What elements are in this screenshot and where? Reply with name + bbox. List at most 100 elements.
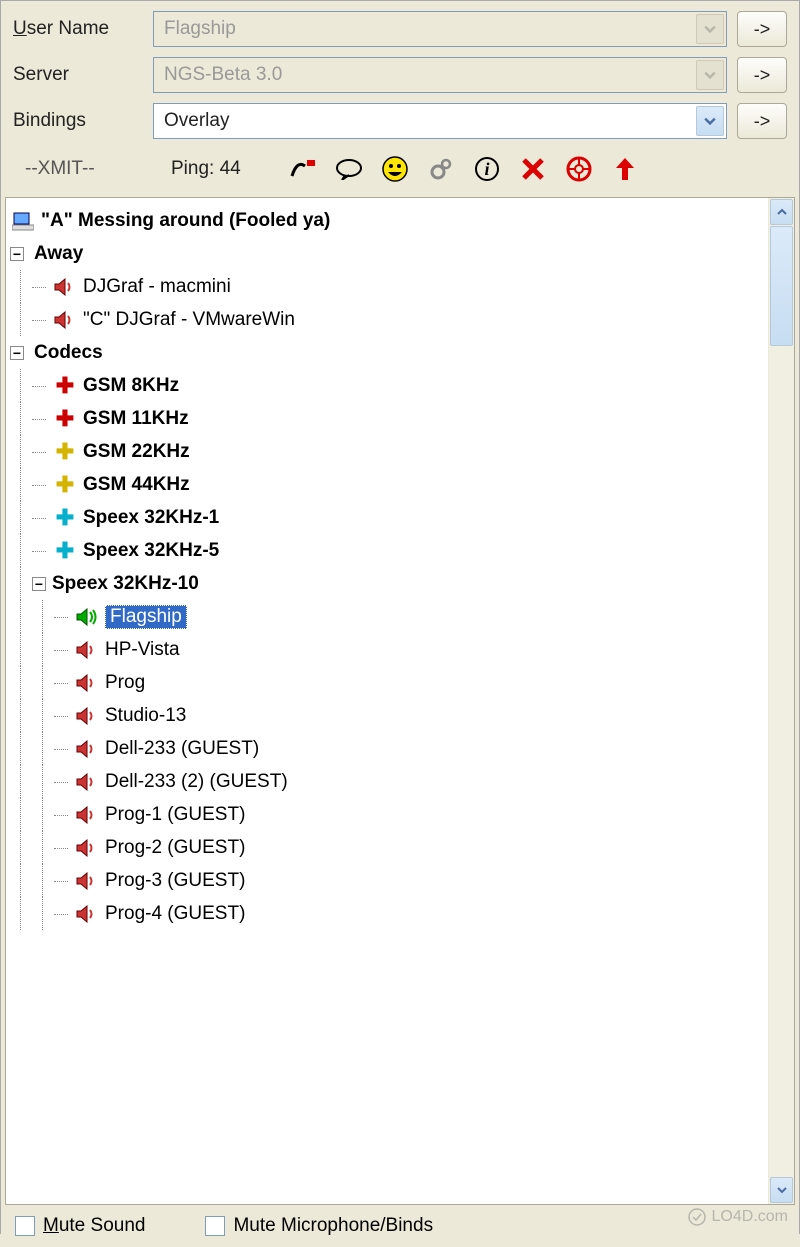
bindings-label: Bindings: [13, 110, 143, 132]
info-icon[interactable]: i: [471, 153, 503, 185]
user-label: Dell-233 (2) (GUEST): [105, 771, 288, 793]
user-label: Prog-1 (GUEST): [105, 804, 245, 826]
user-label: Studio-13: [105, 705, 186, 727]
user-node[interactable]: Prog-3 (GUEST): [10, 864, 764, 897]
username-combo[interactable]: Flagship: [153, 11, 727, 47]
channel-tree[interactable]: "A" Messing around (Fooled ya) − Away DJ…: [6, 198, 768, 1204]
username-go-button[interactable]: ->: [737, 11, 787, 47]
checkbox-icon[interactable]: [205, 1216, 225, 1236]
channel-node[interactable]: ✚Speex 32KHz-5: [10, 534, 764, 567]
user-label: HP-Vista: [105, 639, 180, 661]
channel-label: GSM 44KHz: [83, 474, 190, 496]
server-label: Server: [13, 64, 143, 86]
scroll-thumb[interactable]: [770, 226, 793, 346]
user-label: Prog-2 (GUEST): [105, 837, 245, 859]
computer-icon: [10, 210, 36, 232]
server-value: NGS-Beta 3.0: [164, 64, 282, 86]
bindings-go-button[interactable]: ->: [737, 103, 787, 139]
user-node[interactable]: Prog: [10, 666, 764, 699]
speaker-icon: [74, 870, 100, 892]
watermark: LO4D.com: [688, 1208, 788, 1226]
user-node[interactable]: Studio-13: [10, 699, 764, 732]
toolbar: i: [287, 153, 641, 185]
speaker-icon: [74, 639, 100, 661]
bindings-value: Overlay: [164, 110, 229, 132]
user-label: Dell-233 (GUEST): [105, 738, 259, 760]
speaker-icon: [74, 804, 100, 826]
speaker-icon: [74, 837, 100, 859]
ping-value: Ping: 44: [171, 158, 241, 180]
user-label: DJGraf - macmini: [83, 276, 231, 298]
user-node[interactable]: Dell-233 (GUEST): [10, 732, 764, 765]
user-node[interactable]: Prog-4 (GUEST): [10, 897, 764, 930]
speaker-icon: [74, 771, 100, 793]
collapse-icon[interactable]: −: [32, 577, 46, 591]
user-node-self[interactable]: Flagship: [10, 600, 764, 633]
user-node[interactable]: HP-Vista: [10, 633, 764, 666]
plus-icon: ✚: [52, 474, 78, 496]
speaker-icon: [52, 309, 78, 331]
channel-label: Speex 32KHz-5: [83, 540, 219, 562]
plus-icon: ✚: [52, 540, 78, 562]
scroll-up-button[interactable]: [770, 199, 793, 225]
checkbox-icon[interactable]: [15, 1216, 35, 1236]
setup-icon[interactable]: [287, 153, 319, 185]
chevron-down-icon[interactable]: [696, 60, 724, 90]
help-icon[interactable]: [563, 153, 595, 185]
chevron-down-icon[interactable]: [696, 14, 724, 44]
scroll-track[interactable]: [769, 226, 794, 1176]
user-label: Prog-3 (GUEST): [105, 870, 245, 892]
channel-node[interactable]: ✚GSM 11KHz: [10, 402, 764, 435]
channel-node[interactable]: ✚GSM 44KHz: [10, 468, 764, 501]
up-arrow-icon[interactable]: [609, 153, 641, 185]
user-label: Prog: [105, 672, 145, 694]
channel-node-away[interactable]: − Away: [10, 237, 764, 270]
bindings-combo[interactable]: Overlay: [153, 103, 727, 139]
channel-tree-panel: "A" Messing around (Fooled ya) − Away DJ…: [5, 197, 795, 1205]
channel-label: GSM 8KHz: [83, 375, 179, 397]
footer-panel: Mute Sound Mute Microphone/Binds: [1, 1205, 799, 1247]
scroll-down-button[interactable]: [770, 1177, 793, 1203]
plus-icon: ✚: [52, 507, 78, 529]
server-combo[interactable]: NGS-Beta 3.0: [153, 57, 727, 93]
plus-icon: ✚: [52, 408, 78, 430]
header-panel: User Name Flagship -> Server NGS-Beta 3.…: [1, 1, 799, 197]
speaker-icon: [52, 276, 78, 298]
chevron-down-icon[interactable]: [696, 106, 724, 136]
collapse-icon[interactable]: −: [10, 346, 24, 360]
gear-icon[interactable]: [425, 153, 457, 185]
plus-icon: ✚: [52, 441, 78, 463]
channel-label: GSM 11KHz: [83, 408, 189, 430]
user-label-selected: Flagship: [105, 605, 187, 629]
speaker-active-icon: [74, 606, 100, 628]
xmit-indicator: --XMIT--: [25, 158, 155, 180]
plus-icon: ✚: [52, 375, 78, 397]
svg-text:i: i: [484, 159, 489, 179]
chat-icon[interactable]: [333, 153, 365, 185]
user-node[interactable]: "C" DJGraf - VMwareWin: [10, 303, 764, 336]
user-node[interactable]: Prog-1 (GUEST): [10, 798, 764, 831]
channel-node[interactable]: ✚GSM 8KHz: [10, 369, 764, 402]
server-go-button[interactable]: ->: [737, 57, 787, 93]
collapse-icon[interactable]: −: [10, 247, 24, 261]
speaker-icon: [74, 672, 100, 694]
user-node[interactable]: Prog-2 (GUEST): [10, 831, 764, 864]
channel-label: GSM 22KHz: [83, 441, 190, 463]
channel-node[interactable]: ✚GSM 22KHz: [10, 435, 764, 468]
close-icon[interactable]: [517, 153, 549, 185]
tree-scrollbar[interactable]: [768, 198, 794, 1204]
channel-node[interactable]: ✚Speex 32KHz-1: [10, 501, 764, 534]
speaker-icon: [74, 738, 100, 760]
channel-label: Speex 32KHz-1: [83, 507, 219, 529]
user-node[interactable]: Dell-233 (2) (GUEST): [10, 765, 764, 798]
server-root-node[interactable]: "A" Messing around (Fooled ya): [10, 204, 764, 237]
speaker-icon: [74, 903, 100, 925]
user-node[interactable]: DJGraf - macmini: [10, 270, 764, 303]
speaker-icon: [74, 705, 100, 727]
channel-node-active-codec[interactable]: − Speex 32KHz-10: [10, 567, 764, 600]
username-value: Flagship: [164, 18, 236, 40]
status-bar: --XMIT-- Ping: 44 i: [13, 149, 787, 193]
channel-node-codecs[interactable]: − Codecs: [10, 336, 764, 369]
username-label: User Name: [13, 18, 143, 40]
emote-icon[interactable]: [379, 153, 411, 185]
